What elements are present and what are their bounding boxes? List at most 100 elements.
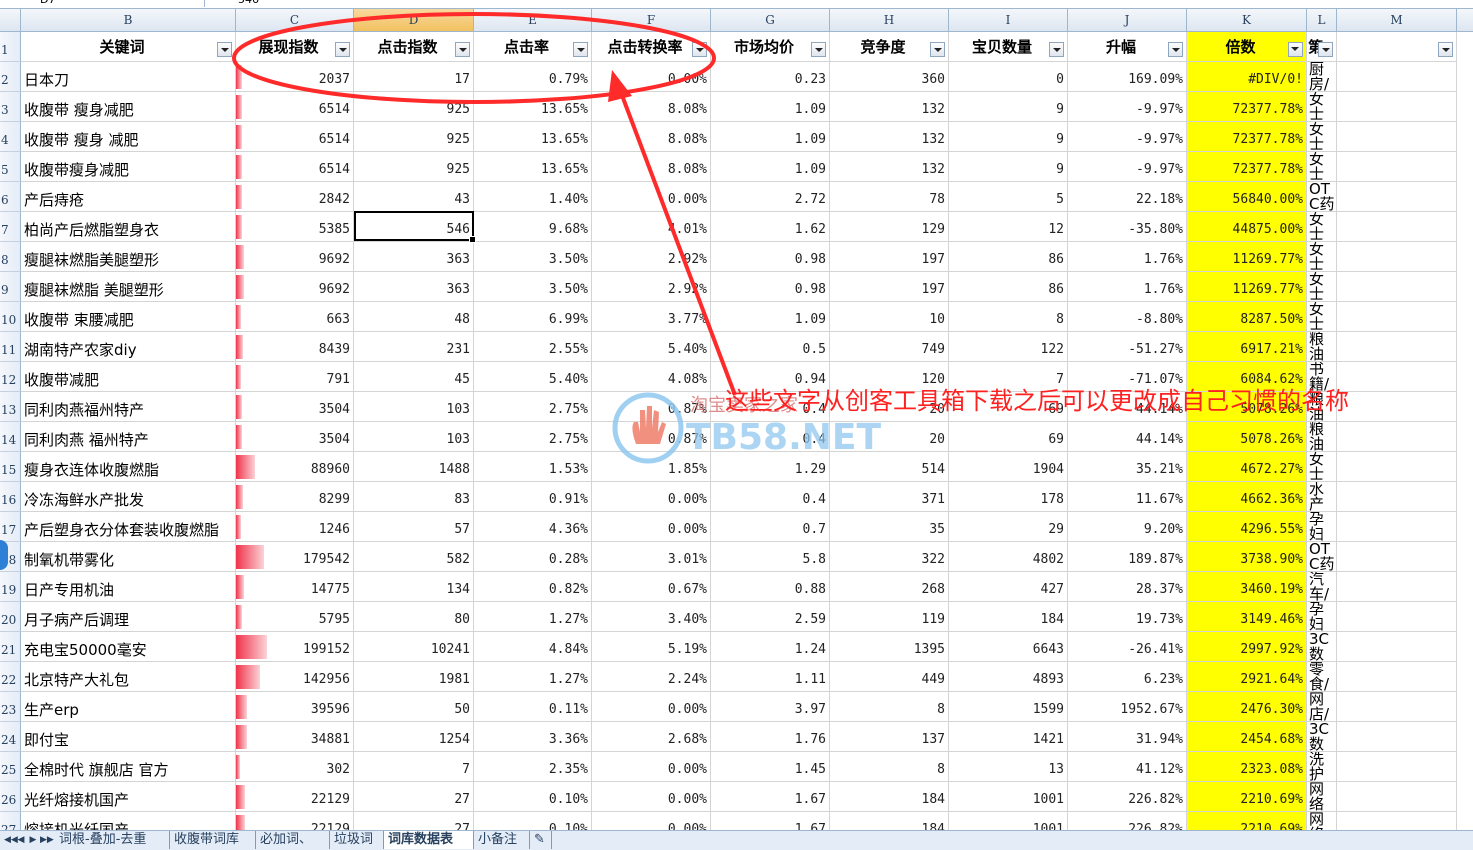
cell-j[interactable]: 22.18%: [1068, 182, 1187, 212]
cell-h[interactable]: 184: [830, 782, 949, 812]
cell-l[interactable]: 网络: [1307, 782, 1337, 812]
cell-d[interactable]: 1254: [354, 722, 474, 752]
cell-c[interactable]: 2037: [236, 62, 354, 92]
cell-e[interactable]: 3.50%: [474, 272, 592, 302]
cell-j[interactable]: -9.97%: [1068, 92, 1187, 122]
cell-e[interactable]: 2.35%: [474, 752, 592, 782]
cell-f[interactable]: 0.00%: [592, 692, 711, 722]
cell-k[interactable]: 2921.64%: [1187, 662, 1307, 692]
cell-k[interactable]: 44875.00%: [1187, 212, 1307, 242]
cell-k[interactable]: #DIV/0!: [1187, 62, 1307, 92]
cell-b[interactable]: 产后痔疮: [21, 182, 236, 212]
cell-e[interactable]: 1.27%: [474, 662, 592, 692]
cell-m[interactable]: [1337, 122, 1457, 152]
cell-f[interactable]: 0.00%: [592, 782, 711, 812]
cell-f[interactable]: 2.92%: [592, 242, 711, 272]
cell-j[interactable]: 1.76%: [1068, 272, 1187, 302]
cell-i[interactable]: 1599: [949, 692, 1068, 722]
cell-i[interactable]: 12: [949, 212, 1068, 242]
cell-i[interactable]: 4893: [949, 662, 1068, 692]
cell-f[interactable]: 0.67%: [592, 572, 711, 602]
cell-g[interactable]: 1.11: [711, 662, 830, 692]
row-header[interactable]: 3: [0, 92, 21, 122]
cell-b[interactable]: 收腹带 束腰减肥: [21, 302, 236, 332]
cell-f[interactable]: 0.00%: [592, 752, 711, 782]
filter-dropdown-icon[interactable]: [692, 42, 707, 57]
cell-m[interactable]: [1337, 212, 1457, 242]
cell-e[interactable]: 0.91%: [474, 482, 592, 512]
row-header[interactable]: 14: [0, 422, 21, 452]
cell-c[interactable]: 179542: [236, 542, 354, 572]
cell-l[interactable]: 汽车/: [1307, 572, 1337, 602]
cell-d[interactable]: 103: [354, 422, 474, 452]
cell-h[interactable]: 132: [830, 92, 949, 122]
cell-j[interactable]: 226.82%: [1068, 812, 1187, 830]
sheet-tab[interactable]: 收腹带词库: [170, 831, 256, 849]
cell-c[interactable]: 2842: [236, 182, 354, 212]
row-header[interactable]: 1: [0, 32, 21, 62]
cell-g[interactable]: 0.7: [711, 512, 830, 542]
cell-k[interactable]: 3738.90%: [1187, 542, 1307, 572]
cell-g[interactable]: 1.09: [711, 92, 830, 122]
cell-m[interactable]: [1337, 812, 1457, 830]
cell-e[interactable]: 2.55%: [474, 332, 592, 362]
cell-e[interactable]: 3.36%: [474, 722, 592, 752]
cell-i[interactable]: 1001: [949, 782, 1068, 812]
cell-g[interactable]: 1.67: [711, 812, 830, 830]
cell-d[interactable]: 83: [354, 482, 474, 512]
cell-l[interactable]: 女士: [1307, 212, 1337, 242]
cell-m[interactable]: [1337, 62, 1457, 92]
row-header[interactable]: 26: [0, 782, 21, 812]
header-cell-i[interactable]: 宝贝数量: [949, 32, 1068, 62]
cell-b[interactable]: 光纤熔接机国产: [21, 782, 236, 812]
insert-sheet-icon[interactable]: ✎: [530, 831, 552, 849]
cell-m[interactable]: [1337, 182, 1457, 212]
cell-m[interactable]: [1337, 512, 1457, 542]
cell-j[interactable]: 41.12%: [1068, 752, 1187, 782]
cell-g[interactable]: 1.67: [711, 782, 830, 812]
cell-h[interactable]: 197: [830, 272, 949, 302]
column-header-f[interactable]: F: [592, 9, 711, 31]
cell-g[interactable]: 1.24: [711, 632, 830, 662]
header-cell-b[interactable]: 关键词: [21, 32, 236, 62]
cell-l[interactable]: 粮油: [1307, 422, 1337, 452]
cell-h[interactable]: 749: [830, 332, 949, 362]
cell-i[interactable]: 13: [949, 752, 1068, 782]
cell-e[interactable]: 1.53%: [474, 452, 592, 482]
cell-c[interactable]: 9692: [236, 272, 354, 302]
cell-c[interactable]: 6514: [236, 92, 354, 122]
cell-f[interactable]: 2.68%: [592, 722, 711, 752]
header-cell-l[interactable]: 第: [1307, 32, 1337, 62]
cell-l[interactable]: 厨房/: [1307, 62, 1337, 92]
column-header-e[interactable]: E: [474, 9, 592, 31]
cell-f[interactable]: 3.01%: [592, 542, 711, 572]
cell-k[interactable]: 2323.08%: [1187, 752, 1307, 782]
filter-dropdown-icon[interactable]: [1318, 42, 1333, 57]
cell-c[interactable]: 142956: [236, 662, 354, 692]
cell-e[interactable]: 13.65%: [474, 122, 592, 152]
header-cell-k[interactable]: 倍数: [1187, 32, 1307, 62]
filter-dropdown-icon[interactable]: [1168, 42, 1183, 57]
cell-j[interactable]: 1952.67%: [1068, 692, 1187, 722]
row-header[interactable]: 25: [0, 752, 21, 782]
row-header[interactable]: 16: [0, 482, 21, 512]
cell-d[interactable]: 134: [354, 572, 474, 602]
cell-l[interactable]: 网络: [1307, 812, 1337, 830]
cell-c[interactable]: 663: [236, 302, 354, 332]
cell-b[interactable]: 收腹带瘦身减肥: [21, 152, 236, 182]
cell-l[interactable]: 粮油: [1307, 332, 1337, 362]
filter-dropdown-icon[interactable]: [455, 42, 470, 57]
cell-i[interactable]: 86: [949, 242, 1068, 272]
cell-c[interactable]: 5385: [236, 212, 354, 242]
column-header-i[interactable]: I: [949, 9, 1068, 31]
row-header[interactable]: 27: [0, 812, 21, 830]
column-header-b[interactable]: B: [21, 9, 236, 31]
cell-j[interactable]: -51.27%: [1068, 332, 1187, 362]
cell-d[interactable]: 7: [354, 752, 474, 782]
cell-g[interactable]: 1.09: [711, 152, 830, 182]
header-cell-e[interactable]: 点击率: [474, 32, 592, 62]
cell-d[interactable]: 45: [354, 362, 474, 392]
cell-l[interactable]: 3C数: [1307, 722, 1337, 752]
filter-dropdown-icon[interactable]: [217, 42, 232, 57]
cell-l[interactable]: 女士: [1307, 152, 1337, 182]
